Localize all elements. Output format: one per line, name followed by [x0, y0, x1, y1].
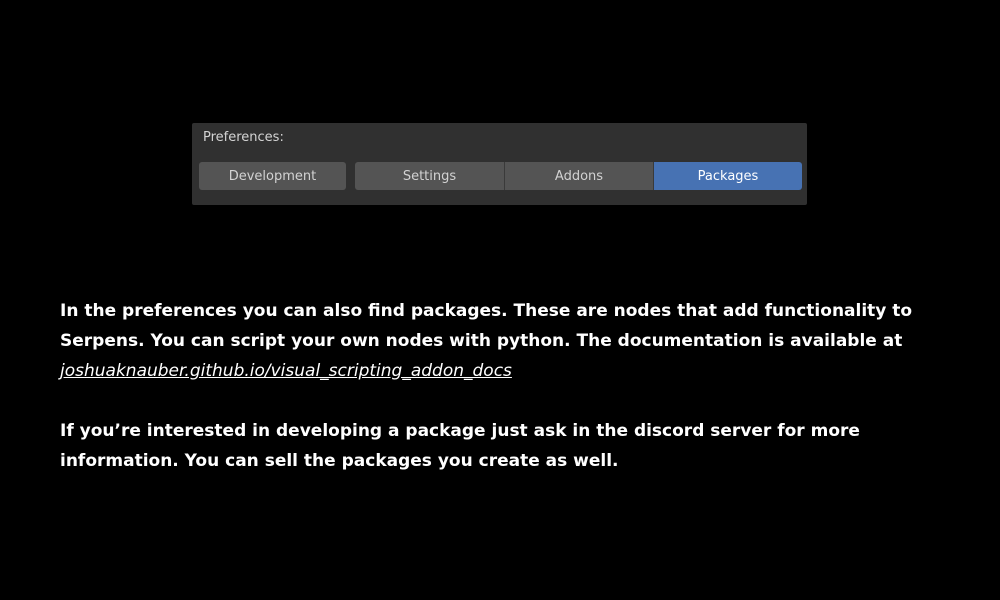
development-tab-group: Development: [199, 162, 346, 190]
tab-settings[interactable]: Settings: [355, 162, 504, 190]
paragraph-packages-intro: In the preferences you can also find pac…: [60, 296, 960, 386]
documentation-link[interactable]: joshuaknauber.github.io/visual_scripting…: [60, 361, 512, 381]
preferences-panel: Preferences: Development Settings Addons…: [192, 123, 807, 205]
preferences-tab-group: Settings Addons Packages: [355, 162, 802, 190]
paragraph-packages-intro-text: In the preferences you can also find pac…: [60, 301, 913, 351]
tab-packages[interactable]: Packages: [653, 162, 802, 190]
tab-addons[interactable]: Addons: [504, 162, 653, 190]
paragraph-develop-packages: If you’re interested in developing a pac…: [60, 421, 860, 471]
preferences-label: Preferences:: [203, 130, 284, 145]
tab-development[interactable]: Development: [199, 162, 346, 190]
